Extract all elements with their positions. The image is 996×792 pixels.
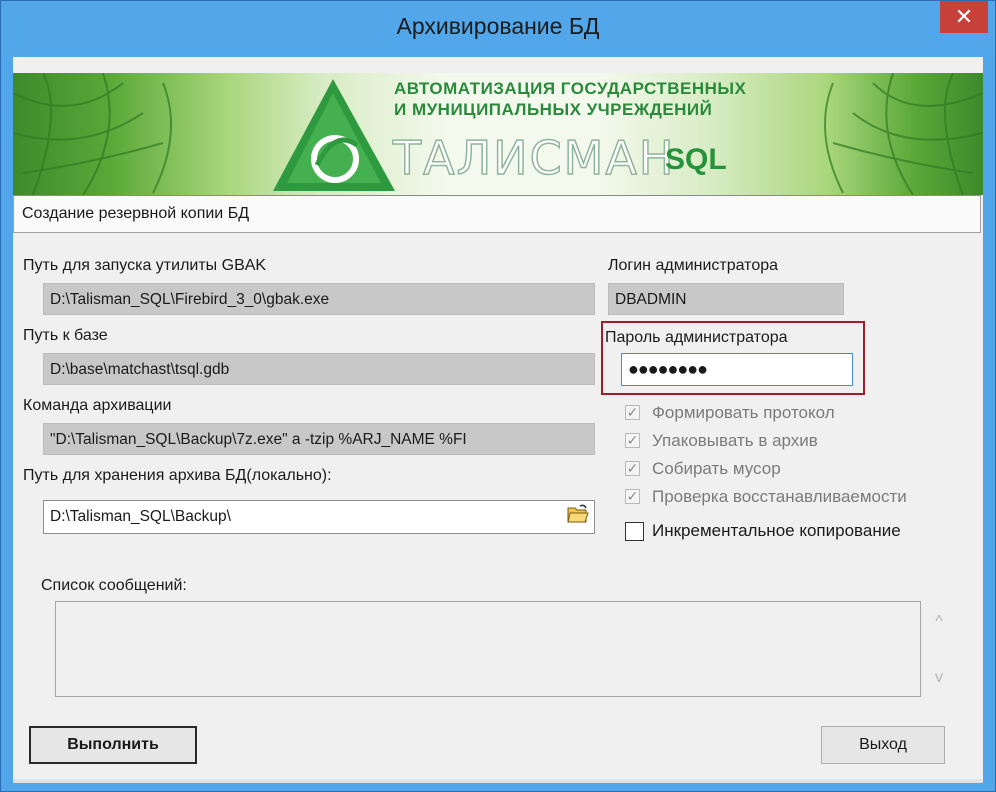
run-button[interactable]: Выполнить xyxy=(29,726,197,764)
db-path-field[interactable]: D:\base\matchast\tsql.gdb xyxy=(43,353,595,385)
gbak-path-label: Путь для запуска утилиты GBAK xyxy=(23,257,267,274)
close-button[interactable]: ✕ xyxy=(940,1,988,33)
checkbox-collect-garbage-label: Собирать мусор xyxy=(652,459,781,478)
scroll-down-icon[interactable]: v xyxy=(927,669,951,687)
header-description: Создание резервной копии БД xyxy=(22,205,250,222)
banner-brand-suffix: SQL xyxy=(665,143,727,176)
checkbox-form-protocol-box[interactable]: ✓ xyxy=(625,405,640,420)
admin-login-label: Логин администратора xyxy=(608,257,779,274)
checkbox-incremental-copy-label: Инкрементальное копирование xyxy=(652,521,901,540)
folder-open-icon[interactable] xyxy=(565,504,591,530)
db-path-label: Путь к базе xyxy=(23,327,108,344)
exit-button[interactable]: Выход xyxy=(821,726,945,764)
banner-tagline-2: И МУНИЦИПАЛЬНЫХ УЧРЕЖДЕНИЙ xyxy=(394,100,713,119)
banner-brand-name: ТАЛИСМАН xyxy=(392,130,676,186)
window-title: Архивирование БД xyxy=(396,13,600,39)
checkbox-pack-archive-box[interactable]: ✓ xyxy=(625,433,640,448)
messages-label: Список сообщений: xyxy=(41,577,187,594)
checkbox-form-protocol-label: Формировать протокол xyxy=(652,403,835,422)
bottom-strip xyxy=(13,779,983,783)
storage-path-input[interactable]: D:\Talisman_SQL\Backup\ xyxy=(43,500,595,534)
checkbox-pack-archive-label: Упаковывать в архив xyxy=(652,431,818,450)
scroll-up-icon[interactable]: ^ xyxy=(927,613,951,631)
checkbox-restore-check-box[interactable]: ✓ xyxy=(625,489,640,504)
archive-command-label: Команда архивации xyxy=(23,397,172,414)
checkbox-collect-garbage-box[interactable]: ✓ xyxy=(625,461,640,476)
banner-tagline-1: АВТОМАТИЗАЦИЯ ГОСУДАРСТВЕННЫХ xyxy=(394,79,747,98)
dialog-window: Архивирование БД ✕ АВТОМАТИЗАЦИЯ ГОСУДАР… xyxy=(0,0,996,792)
checkbox-restore-check-label: Проверка восстанавливаемости xyxy=(652,487,907,506)
dialog-client-area: АВТОМАТИЗАЦИЯ ГОСУДАРСТВЕННЫХ И МУНИЦИПА… xyxy=(13,57,983,783)
admin-password-input[interactable]: ●●●●●●●● xyxy=(621,353,853,386)
header-description-panel: Создание резервной копии БД xyxy=(13,195,981,233)
messages-list[interactable] xyxy=(55,601,921,697)
banner: АВТОМАТИЗАЦИЯ ГОСУДАРСТВЕННЫХ И МУНИЦИПА… xyxy=(13,73,983,195)
archive-command-field[interactable]: "D:\Talisman_SQL\Backup\7z.exe" a -tzip … xyxy=(43,423,595,455)
admin-password-label: Пароль администратора xyxy=(605,329,788,346)
checkbox-incremental-copy-box[interactable] xyxy=(625,522,644,541)
admin-login-field[interactable]: DBADMIN xyxy=(608,283,844,315)
title-bar[interactable]: Архивирование БД ✕ xyxy=(1,1,995,57)
storage-path-value: D:\Talisman_SQL\Backup\ xyxy=(50,508,231,525)
storage-path-label: Путь для хранения архива БД(локально): xyxy=(23,467,332,484)
gbak-path-field[interactable]: D:\Talisman_SQL\Firebird_3_0\gbak.exe xyxy=(43,283,595,315)
